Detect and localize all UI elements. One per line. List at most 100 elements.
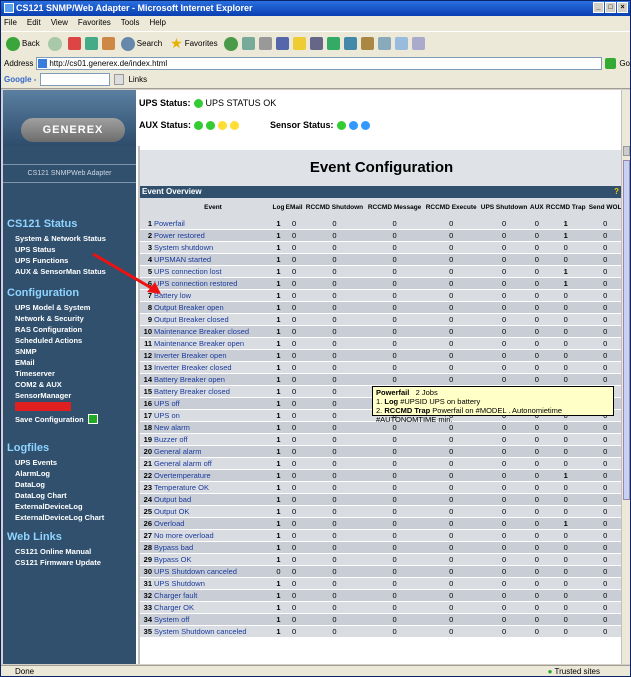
- event-link[interactable]: Bypass OK: [154, 553, 272, 567]
- sidebar-item-save-configuration[interactable]: Save Configuration: [15, 414, 98, 424]
- event-link[interactable]: Output bad: [154, 493, 272, 507]
- event-link[interactable]: No more overload: [154, 529, 272, 543]
- sidebar-item-snmp[interactable]: SNMP: [15, 347, 37, 356]
- event-link[interactable]: Power restored: [154, 229, 272, 243]
- event-link[interactable]: UPS connection lost: [154, 265, 272, 279]
- history-icon[interactable]: [223, 36, 238, 51]
- sidebar-item-com2-aux[interactable]: COM2 & AUX: [15, 380, 62, 389]
- cut-icon[interactable]: [360, 37, 374, 50]
- event-link[interactable]: Battery Breaker closed: [154, 385, 272, 399]
- minimize-button[interactable]: _: [593, 2, 604, 13]
- go-arrow-icon[interactable]: [605, 57, 617, 69]
- event-link[interactable]: Battery Breaker open: [154, 373, 272, 387]
- search-button[interactable]: Search: [119, 35, 164, 53]
- event-link[interactable]: Output Breaker open: [154, 301, 272, 315]
- job-count-cell: 0: [284, 517, 304, 531]
- forward-button[interactable]: [46, 35, 64, 53]
- event-link[interactable]: General alarm: [154, 445, 272, 459]
- event-link[interactable]: Overtemperature: [154, 469, 272, 483]
- event-link[interactable]: Charger fault: [154, 589, 272, 603]
- event-link[interactable]: Inverter Breaker closed: [154, 361, 272, 375]
- event-link[interactable]: UPS Shutdown: [154, 577, 272, 591]
- event-link[interactable]: System shutdown: [154, 241, 272, 255]
- sidebar-item-ups-model[interactable]: UPS Model & System: [15, 303, 90, 312]
- address-input[interactable]: http://cs01.generex.de/index.html: [36, 56, 603, 70]
- sidebar-item-ras-configuration[interactable]: RAS Configuration: [15, 325, 82, 334]
- back-button[interactable]: Back: [4, 35, 42, 53]
- sidebar-item-firmware-update[interactable]: CS121 Firmware Update: [15, 558, 101, 567]
- sidebar-item-datalog[interactable]: DataLog: [15, 480, 45, 489]
- research-icon[interactable]: [309, 37, 323, 50]
- menu-favorites[interactable]: Favorites: [78, 18, 111, 31]
- paste-icon[interactable]: [394, 37, 408, 50]
- event-link[interactable]: Output OK: [154, 505, 272, 519]
- sidebar-item-timeserver[interactable]: Timeserver: [15, 369, 55, 378]
- page-icon[interactable]: [411, 37, 425, 50]
- event-link[interactable]: Overload: [154, 517, 272, 531]
- google-search-input[interactable]: [40, 73, 111, 86]
- sidebar-item-sensormanager[interactable]: SensorManager: [15, 391, 71, 400]
- menu-edit[interactable]: Edit: [27, 18, 41, 31]
- vertical-scrollbar[interactable]: [621, 90, 630, 664]
- mail-icon[interactable]: [241, 37, 255, 50]
- print-icon[interactable]: [258, 37, 272, 50]
- event-link[interactable]: Maintenance Breaker closed: [154, 325, 272, 339]
- copy-icon[interactable]: [377, 37, 391, 50]
- sidebar-item-ups-functions[interactable]: UPS Functions: [15, 256, 68, 265]
- go-button[interactable]: Go: [619, 59, 630, 68]
- sidebar-item-externaldevicelog[interactable]: ExternalDeviceLog: [15, 502, 83, 511]
- sidebar-item-scheduled-actions[interactable]: Scheduled Actions: [15, 336, 82, 345]
- event-link[interactable]: Temperature OK: [154, 481, 272, 495]
- scroll-up-arrow-icon[interactable]: [623, 146, 630, 156]
- event-link[interactable]: Inverter Breaker open: [154, 349, 272, 363]
- scroll-thumb[interactable]: [623, 160, 630, 500]
- refresh-icon[interactable]: [84, 37, 98, 50]
- event-link[interactable]: Charger OK: [154, 601, 272, 615]
- event-link[interactable]: Bypass bad: [154, 541, 272, 555]
- menu-view[interactable]: View: [51, 18, 68, 31]
- event-link[interactable]: System off: [154, 613, 272, 627]
- event-link[interactable]: Battery low: [154, 289, 272, 303]
- event-link[interactable]: UPSMAN started: [154, 253, 272, 267]
- home-icon[interactable]: [101, 37, 115, 50]
- event-link[interactable]: UPS on: [154, 409, 272, 423]
- event-link[interactable]: Maintenance Breaker open: [154, 337, 272, 351]
- close-button[interactable]: ×: [617, 2, 628, 13]
- sidebar-item-ups-status[interactable]: UPS Status: [15, 245, 55, 254]
- sidebar-item-online-manual[interactable]: CS121 Online Manual: [15, 547, 91, 556]
- menu-tools[interactable]: Tools: [121, 18, 140, 31]
- stop-icon[interactable]: [67, 37, 81, 50]
- event-number: 21: [140, 457, 154, 471]
- menu-file[interactable]: File: [4, 18, 17, 31]
- help-icon[interactable]: ?: [614, 186, 619, 198]
- event-link[interactable]: New alarm: [154, 421, 272, 435]
- maximize-button[interactable]: □: [605, 2, 616, 13]
- event-link[interactable]: UPS Shutdown canceled: [154, 565, 272, 579]
- links-label[interactable]: Links: [128, 75, 147, 84]
- messenger-icon[interactable]: [326, 37, 340, 50]
- menu-help[interactable]: Help: [149, 18, 165, 31]
- favorites-button[interactable]: ★ Favorites: [168, 35, 219, 53]
- folder-icon[interactable]: [292, 37, 306, 50]
- job-count-cell: 0: [303, 505, 366, 519]
- sidebar-item-alarmlog[interactable]: AlarmLog: [15, 469, 50, 478]
- edit-icon[interactable]: [275, 37, 289, 50]
- event-link[interactable]: Output Breaker closed: [154, 313, 272, 327]
- sidebar-item-externaldevicelog-chart[interactable]: ExternalDeviceLog Chart: [15, 513, 104, 522]
- sidebar-item-email[interactable]: EMail: [15, 358, 35, 367]
- job-count-cell: 0: [544, 445, 588, 459]
- sidebar-item-datalog-chart[interactable]: DataLog Chart: [15, 491, 67, 500]
- sidebar-item-system-network-status[interactable]: System & Network Status: [15, 234, 106, 243]
- event-link[interactable]: System Shutdown canceled: [154, 625, 272, 639]
- job-count-cell: 1: [272, 433, 285, 447]
- sidebar-item-network-security[interactable]: Network & Security: [15, 314, 84, 323]
- chevron-down-icon[interactable]: [114, 74, 125, 85]
- sidebar-item-ups-events[interactable]: UPS Events: [15, 458, 57, 467]
- event-link[interactable]: Powerfail: [154, 218, 272, 231]
- sidebar-item-events-alarms[interactable]: Events / Alarms: [15, 402, 71, 411]
- event-link[interactable]: Buzzer off: [154, 433, 272, 447]
- tool-icon[interactable]: [343, 37, 357, 50]
- event-link[interactable]: UPS connection restored: [154, 277, 272, 291]
- event-link[interactable]: General alarm off: [154, 457, 272, 471]
- event-link[interactable]: UPS off: [154, 397, 272, 411]
